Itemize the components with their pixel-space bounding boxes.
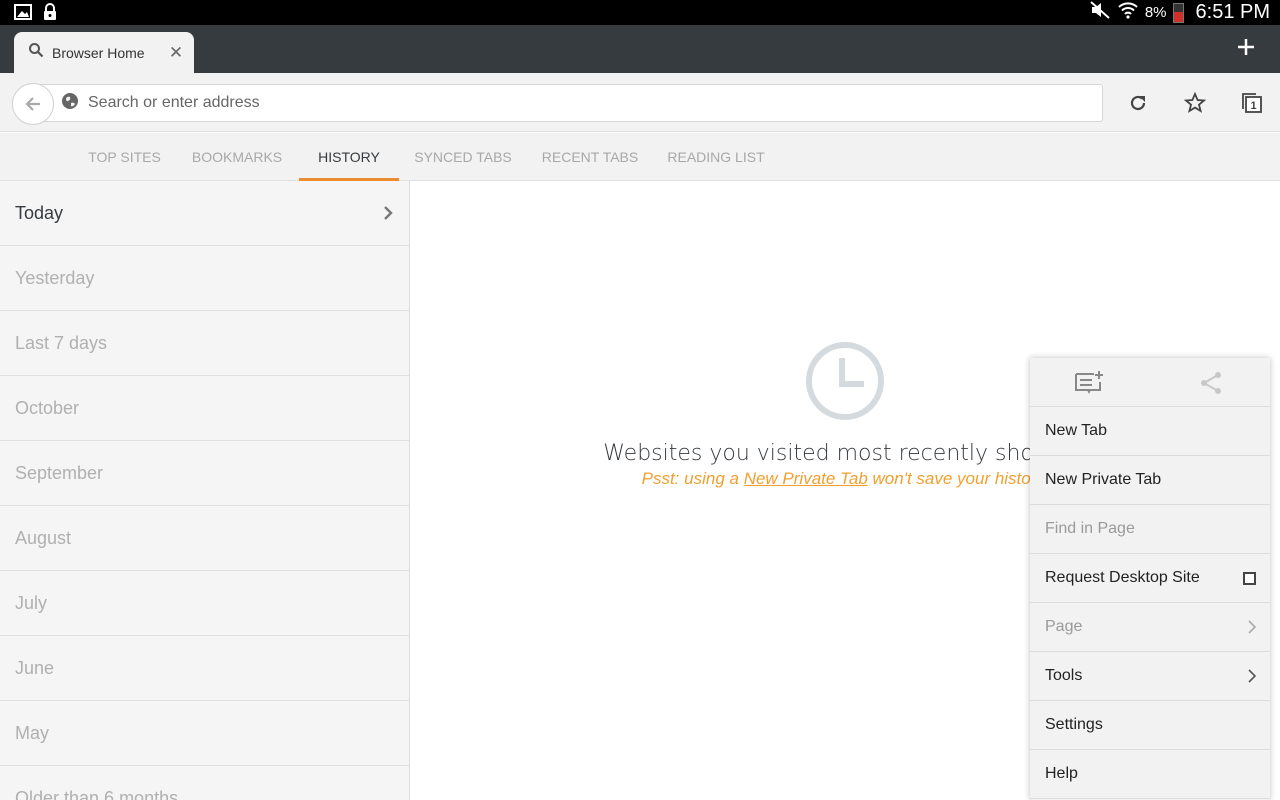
battery-percent: 8%	[1144, 4, 1167, 21]
section-label: Today	[15, 202, 64, 223]
chevron-right-icon	[1248, 669, 1257, 688]
chevron-right-icon	[1248, 620, 1257, 639]
menu-request-desktop-site[interactable]: Request Desktop Site	[1030, 554, 1270, 603]
section-label: July	[15, 592, 48, 613]
menu-item-label: Help	[1045, 765, 1078, 782]
menu-tools[interactable]: Tools	[1030, 652, 1270, 701]
wifi-icon	[1117, 0, 1139, 25]
tab-reading-list[interactable]: READING LIST	[656, 133, 776, 181]
hint-prefix: Psst: using a	[641, 469, 744, 488]
menu-item-label: Request Desktop Site	[1045, 569, 1200, 586]
section-label: Last 7 days	[15, 332, 108, 353]
section-label: May	[15, 722, 50, 743]
address-input[interactable]	[88, 94, 988, 112]
url-bar[interactable]	[36, 84, 1103, 122]
desktop-site-checkbox[interactable]	[1243, 572, 1256, 585]
status-bar: 8% 6:51 PM	[0, 0, 1280, 25]
menu-settings[interactable]: Settings	[1030, 701, 1270, 750]
section-label: October	[15, 397, 80, 418]
menu-item-label: Page	[1045, 618, 1083, 635]
tab-recent-tabs[interactable]: RECENT TABS	[530, 133, 650, 181]
new-private-tab-link[interactable]: New Private Tab	[744, 469, 868, 488]
menu-item-label: New Private Tab	[1045, 471, 1162, 488]
close-tab-icon[interactable]: ✕	[164, 43, 188, 63]
menu-new-private-tab[interactable]: New Private Tab	[1030, 456, 1270, 505]
hint-suffix: won't save your history.	[867, 469, 1049, 488]
search-icon	[28, 42, 44, 63]
tab-history[interactable]: HISTORY	[299, 133, 399, 181]
bookmark-star-icon[interactable]	[1183, 91, 1207, 114]
back-button[interactable]	[12, 83, 54, 125]
tab-strip: Browser Home ✕	[0, 25, 1280, 73]
menu-find-in-page[interactable]: Find in Page	[1030, 505, 1270, 554]
menu-help[interactable]: Help	[1030, 750, 1270, 799]
globe-icon	[61, 92, 79, 115]
tab-title: Browser Home	[52, 44, 145, 61]
history-section-october[interactable]: October	[0, 376, 409, 441]
section-label: Yesterday	[15, 267, 95, 288]
history-section-august[interactable]: August	[0, 506, 409, 571]
menu-quick-actions	[1030, 358, 1270, 407]
reload-icon[interactable]	[1127, 92, 1149, 114]
history-section-older[interactable]: Older than 6 months	[0, 766, 409, 800]
new-tab-plus-icon[interactable]	[1234, 35, 1258, 59]
section-label: Older than 6 months	[15, 787, 179, 800]
menu-item-label: Settings	[1045, 716, 1103, 733]
chevron-right-icon	[383, 205, 393, 226]
section-label: September	[15, 462, 104, 483]
tab-top-sites[interactable]: TOP SITES	[72, 133, 177, 181]
menu-item-label: New Tab	[1045, 422, 1107, 439]
tabs-count: 1	[1250, 100, 1256, 112]
menu-item-label: Tools	[1045, 667, 1083, 684]
section-label: August	[15, 527, 72, 548]
history-section-last-7-days[interactable]: Last 7 days	[0, 311, 409, 376]
battery-icon	[1172, 2, 1184, 23]
menu-new-tab[interactable]: New Tab	[1030, 407, 1270, 456]
home-panel-tabs: TOP SITES BOOKMARKS HISTORY SYNCED TABS …	[0, 133, 1280, 181]
history-section-yesterday[interactable]: Yesterday	[0, 246, 409, 311]
browser-overflow-menu: New Tab New Private Tab Find in Page Req…	[1030, 358, 1270, 800]
tabs-counter-icon[interactable]: 1	[1241, 92, 1263, 114]
clock-time: 6:51 PM	[1195, 1, 1270, 23]
mute-icon	[1089, 0, 1111, 25]
history-sections-list: Today Yesterday Last 7 days October Sept…	[0, 181, 410, 800]
menu-item-label: Find in Page	[1045, 520, 1135, 537]
browser-tab[interactable]: Browser Home ✕	[14, 32, 194, 73]
history-section-june[interactable]: June	[0, 636, 409, 701]
gallery-notification-icon	[14, 3, 32, 26]
tab-synced-tabs[interactable]: SYNCED TABS	[403, 133, 523, 181]
tab-bookmarks[interactable]: BOOKMARKS	[177, 133, 297, 181]
clock-icon	[804, 340, 886, 427]
menu-page[interactable]: Page	[1030, 603, 1270, 652]
section-label: June	[15, 657, 55, 678]
lock-notification-icon	[42, 3, 58, 26]
history-section-september[interactable]: September	[0, 441, 409, 506]
browser-toolbar: 1	[0, 73, 1280, 132]
share-icon[interactable]	[1198, 370, 1224, 401]
history-section-july[interactable]: July	[0, 571, 409, 636]
history-section-today[interactable]: Today	[0, 181, 409, 246]
history-section-may[interactable]: May	[0, 701, 409, 766]
add-to-reading-list-icon[interactable]	[1074, 370, 1106, 401]
